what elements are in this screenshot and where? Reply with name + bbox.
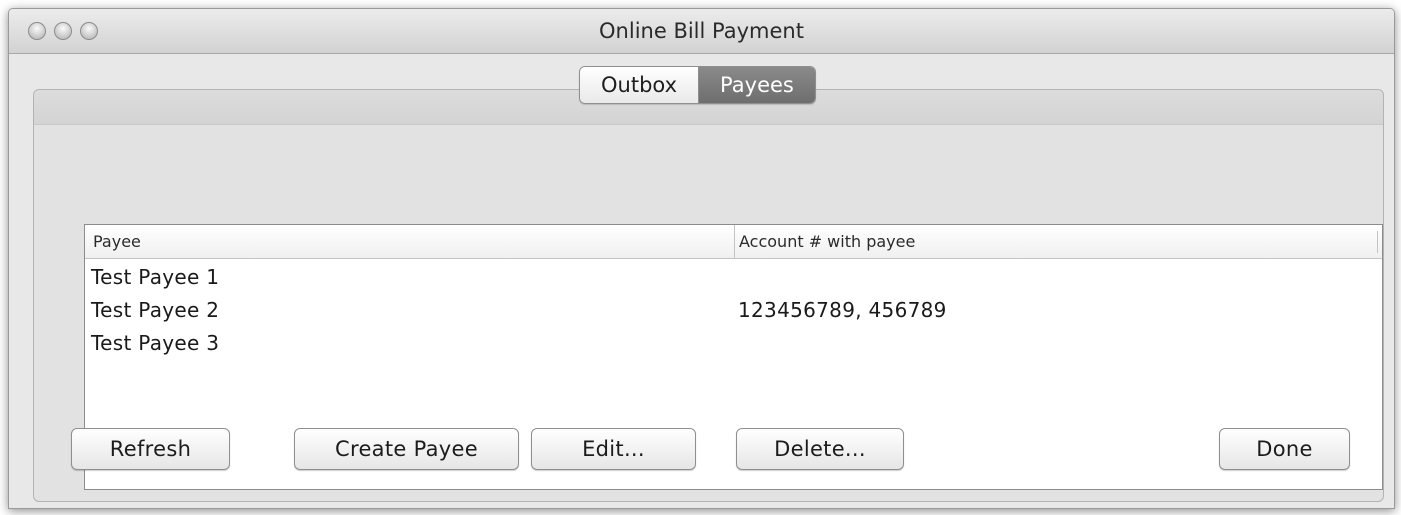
column-header-payee[interactable]: Payee — [93, 225, 141, 258]
column-divider — [1377, 231, 1378, 253]
payees-table[interactable]: Payee Account # with payee Test Payee 1 … — [84, 224, 1383, 490]
column-header-account[interactable]: Account # with payee — [734, 225, 915, 258]
payee-cell: Test Payee 1 — [91, 265, 220, 289]
tab-bar: Outbox Payees — [579, 66, 816, 104]
edit-button[interactable]: Edit... — [531, 428, 696, 470]
table-body: Test Payee 1 Test Payee 2 123456789, 456… — [85, 261, 1382, 360]
tab-panel: Payee Account # with payee Test Payee 1 … — [33, 89, 1384, 502]
table-row[interactable]: Test Payee 1 — [85, 261, 1382, 294]
window-title: Online Bill Payment — [599, 19, 804, 43]
title-bar[interactable]: Online Bill Payment — [9, 9, 1394, 54]
table-header: Payee Account # with payee — [85, 225, 1382, 259]
refresh-button[interactable]: Refresh — [71, 428, 230, 470]
tab-outbox[interactable]: Outbox — [580, 67, 700, 103]
bill-payment-window: Online Bill Payment Payee Account # with… — [8, 8, 1395, 509]
table-row[interactable]: Test Payee 2 123456789, 456789 — [85, 294, 1382, 327]
payee-cell: Test Payee 3 — [91, 331, 220, 355]
account-cell: 123456789, 456789 — [738, 298, 947, 322]
delete-button[interactable]: Delete... — [736, 428, 904, 470]
create-payee-button[interactable]: Create Payee — [294, 428, 519, 470]
done-button[interactable]: Done — [1219, 428, 1350, 470]
payee-cell: Test Payee 2 — [91, 298, 220, 322]
tab-payees[interactable]: Payees — [699, 67, 815, 103]
table-row[interactable]: Test Payee 3 — [85, 327, 1382, 360]
